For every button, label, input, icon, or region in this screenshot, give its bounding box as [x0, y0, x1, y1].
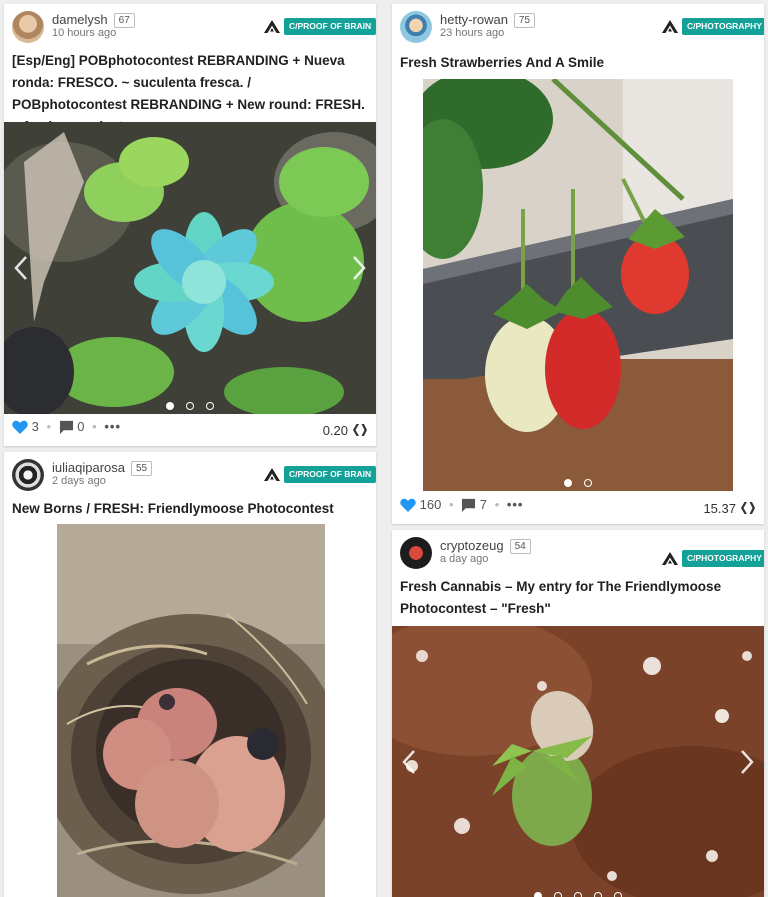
vote-count[interactable]: 3: [32, 419, 39, 434]
community-badge[interactable]: C/PROOF OF BRAIN: [284, 466, 376, 483]
author-name[interactable]: cryptozeug: [440, 538, 504, 553]
separator-dot: •: [494, 497, 500, 513]
previous-image-arrow[interactable]: [14, 255, 28, 281]
more-icon[interactable]: •••: [104, 419, 121, 434]
hive-icon: [662, 552, 678, 565]
hive-icon: [662, 20, 678, 33]
community-badge[interactable]: C/PHOTOGRAPHY: [682, 18, 764, 35]
more-icon[interactable]: •••: [507, 497, 524, 512]
post-time[interactable]: 10 hours ago: [52, 27, 116, 39]
post-title[interactable]: Fresh Strawberries And A Smile: [400, 52, 756, 74]
hive-icon: [264, 20, 280, 33]
hive-icon: [264, 468, 280, 481]
carousel-dot[interactable]: [584, 479, 592, 487]
hive-coin-icon: [740, 501, 756, 515]
carousel-dot[interactable]: [594, 892, 602, 897]
payout-value: 0.20: [322, 423, 348, 439]
comment-count[interactable]: 7: [480, 497, 487, 512]
author-line: damelysh 67: [52, 12, 135, 28]
community-link[interactable]: C/PROOF OF BRAIN: [264, 18, 376, 35]
carousel-dot[interactable]: [166, 402, 174, 410]
payout[interactable]: 15.37: [703, 500, 756, 516]
post-card-4[interactable]: cryptozeug 54 a day ago C/PHOTOGRAPHY Fre…: [392, 530, 764, 897]
vote-count[interactable]: 160: [420, 497, 442, 512]
author-line: hetty-rowan 75: [440, 12, 536, 28]
post-time[interactable]: 2 days ago: [52, 475, 106, 487]
comment-icon[interactable]: [461, 498, 476, 512]
hive-coin-icon: [352, 423, 368, 437]
cannabis-image: [392, 626, 764, 897]
next-image-arrow[interactable]: [352, 255, 366, 281]
reputation-badge: 54: [509, 539, 531, 554]
baby-birds-image: [57, 524, 325, 897]
succulent-photo[interactable]: [4, 122, 376, 414]
community-badge[interactable]: C/PHOTOGRAPHY: [682, 550, 764, 567]
carousel-dot[interactable]: [206, 402, 214, 410]
post-time[interactable]: 23 hours ago: [440, 27, 504, 39]
post-card-1[interactable]: damelysh 67 10 hours ago C/PROOF OF BRAIN…: [4, 4, 376, 446]
payout[interactable]: 0.20: [323, 422, 368, 438]
author-name[interactable]: iuliaqiparosa: [52, 460, 125, 475]
post-header: cryptozeug 54 a day ago C/PHOTOGRAPHY: [400, 536, 764, 572]
upvote-heart-icon[interactable]: [12, 420, 28, 434]
post-title[interactable]: New Borns / FRESH: Friendlymoose Photoco…: [12, 498, 368, 520]
post-card-3[interactable]: iuliaqiparosa 55 2 days ago C/PROOF OF BR…: [4, 452, 376, 897]
post-time[interactable]: a day ago: [440, 553, 488, 565]
reputation-badge: 75: [513, 13, 536, 28]
community-link[interactable]: C/PHOTOGRAPHY: [662, 18, 764, 35]
author-name[interactable]: damelysh: [52, 12, 108, 27]
carousel-dot[interactable]: [534, 892, 542, 897]
author-line: cryptozeug 54: [440, 538, 531, 554]
post-footer: 160 • 7 • ••• 15.37: [400, 496, 756, 522]
payout-value: 15.37: [703, 501, 736, 517]
cannabis-seedling-photo[interactable]: [392, 626, 764, 897]
avatar[interactable]: [400, 11, 432, 43]
separator-dot: •: [448, 497, 454, 513]
reputation-badge: 55: [131, 461, 153, 476]
carousel-dot[interactable]: [614, 892, 622, 897]
community-badge[interactable]: C/PROOF OF BRAIN: [284, 18, 376, 35]
post-header: iuliaqiparosa 55 2 days ago C/PROOF OF BR…: [12, 458, 376, 494]
post-footer: 3 • 0 • ••• 0.20: [12, 418, 368, 444]
succulent-image: [4, 122, 376, 414]
separator-dot: •: [92, 419, 97, 435]
carousel-dots: [423, 479, 733, 487]
reputation-badge: 67: [113, 13, 135, 28]
strawberries-photo[interactable]: [423, 79, 733, 491]
community-link[interactable]: C/PROOF OF BRAIN: [264, 466, 376, 483]
author-name[interactable]: hetty-rowan: [440, 12, 508, 27]
author-line: iuliaqiparosa 55: [52, 460, 153, 476]
separator-dot: •: [46, 419, 52, 435]
community-link[interactable]: C/PHOTOGRAPHY: [662, 550, 764, 567]
upvote-heart-icon[interactable]: [400, 498, 416, 512]
strawberries-image: [423, 79, 733, 491]
baby-birds-nest-photo[interactable]: [57, 524, 325, 897]
carousel-dot[interactable]: [554, 892, 562, 897]
carousel-dot[interactable]: [574, 892, 582, 897]
post-card-2[interactable]: hetty-rowan 75 23 hours ago C/PHOTOGRAPHY…: [392, 4, 764, 524]
carousel-dot[interactable]: [564, 479, 572, 487]
post-header: damelysh 67 10 hours ago C/PROOF OF BRAIN: [12, 10, 376, 46]
post-title[interactable]: Fresh Cannabis – My entry for The Friend…: [400, 576, 756, 620]
next-image-arrow[interactable]: [740, 749, 754, 775]
carousel-dots: [392, 892, 764, 897]
carousel-dot[interactable]: [186, 402, 194, 410]
avatar[interactable]: [400, 537, 432, 569]
comment-icon[interactable]: [59, 420, 74, 434]
previous-image-arrow[interactable]: [402, 749, 416, 775]
avatar[interactable]: [12, 11, 44, 43]
carousel-dots: [4, 402, 376, 410]
comment-count[interactable]: 0: [77, 419, 84, 434]
post-header: hetty-rowan 75 23 hours ago C/PHOTOGRAPHY: [400, 10, 764, 46]
avatar[interactable]: [12, 459, 44, 491]
